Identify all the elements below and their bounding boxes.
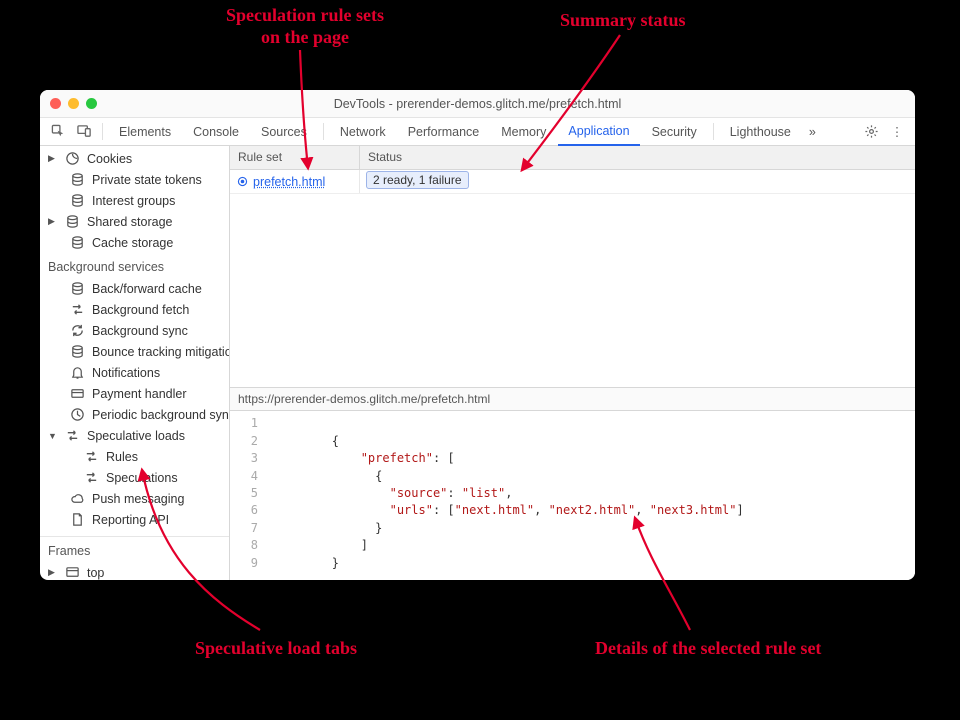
sidebar: Cookies Private state tokens Interest gr… xyxy=(40,146,230,580)
tab-application[interactable]: Application xyxy=(558,118,639,146)
sidebar-item-cache-storage[interactable]: Cache storage xyxy=(40,232,229,253)
sidebar-item-label: Private state tokens xyxy=(92,173,202,187)
line-gutter: 1 2 3 4 5 6 7 8 9 xyxy=(230,411,266,580)
annotation-load-tabs: Speculative load tabs xyxy=(195,638,357,660)
sidebar-item-label: Speculative loads xyxy=(87,429,185,443)
sidebar-section-bg-services: Background services xyxy=(40,253,229,278)
sidebar-item-label: Back/forward cache xyxy=(92,282,202,296)
sidebar-item-top-frame[interactable]: top xyxy=(40,562,229,580)
sidebar-item-push[interactable]: Push messaging xyxy=(40,488,229,509)
kebab-icon[interactable]: ⋮ xyxy=(885,118,909,145)
sidebar-item-speculative-loads[interactable]: Speculative loads xyxy=(40,425,229,446)
sidebar-item-label: Cache storage xyxy=(92,236,173,250)
code-view: 1 2 3 4 5 6 7 8 9 { "prefetch": [ { "sou… xyxy=(230,411,915,580)
sidebar-item-label: Reporting API xyxy=(92,513,169,527)
status-badge[interactable]: 2 ready, 1 failure xyxy=(366,171,469,189)
minimize-icon[interactable] xyxy=(68,98,79,109)
cell-status: 2 ready, 1 failure xyxy=(360,170,915,193)
cookies-icon xyxy=(65,151,80,166)
transfer-icon xyxy=(84,470,99,485)
code-body[interactable]: { "prefetch": [ { "source": "list", "url… xyxy=(266,411,752,580)
sidebar-item-label: Payment handler xyxy=(92,387,187,401)
titlebar: DevTools - prerender-demos.glitch.me/pre… xyxy=(40,90,915,118)
sidebar-item-label: Push messaging xyxy=(92,492,184,506)
tab-elements[interactable]: Elements xyxy=(109,118,181,145)
annotation-rule-sets: Speculation rule setson the page xyxy=(185,5,425,48)
sidebar-item-periodic-sync[interactable]: Periodic background sync xyxy=(40,404,229,425)
sidebar-item-label: Background fetch xyxy=(92,303,189,317)
devtools-window: DevTools - prerender-demos.glitch.me/pre… xyxy=(40,90,915,580)
grid-empty-area xyxy=(230,194,915,387)
col-header-rule[interactable]: Rule set xyxy=(230,146,360,169)
annotation-details: Details of the selected rule set xyxy=(595,638,821,660)
sidebar-item-label: Rules xyxy=(106,450,138,464)
sidebar-item-label: Bounce tracking mitigations xyxy=(92,345,230,359)
target-icon xyxy=(236,175,249,188)
sidebar-item-label: Interest groups xyxy=(92,194,175,208)
database-icon xyxy=(70,193,85,208)
main-panel: Rule set Status prefetch.html 2 ready, 1… xyxy=(230,146,915,580)
sidebar-item-bounce[interactable]: Bounce tracking mitigations xyxy=(40,341,229,362)
sidebar-item-bg-fetch[interactable]: Background fetch xyxy=(40,299,229,320)
sidebar-item-interest-groups[interactable]: Interest groups xyxy=(40,190,229,211)
device-icon[interactable] xyxy=(72,118,96,145)
settings-icon[interactable] xyxy=(859,118,883,145)
sidebar-item-reporting-api[interactable]: Reporting API xyxy=(40,509,229,530)
sidebar-item-speculations[interactable]: Speculations xyxy=(40,467,229,488)
sidebar-item-label: Background sync xyxy=(92,324,188,338)
cell-rule-link[interactable]: prefetch.html xyxy=(230,170,360,193)
page-title: DevTools - prerender-demos.glitch.me/pre… xyxy=(50,97,905,111)
tab-lighthouse[interactable]: Lighthouse xyxy=(720,118,801,145)
tab-memory[interactable]: Memory xyxy=(491,118,556,145)
sidebar-item-label: Periodic background sync xyxy=(92,408,230,422)
top-tabbar: Elements Console Sources Network Perform… xyxy=(40,118,915,146)
annotation-summary-status: Summary status xyxy=(560,10,686,32)
sidebar-item-payment[interactable]: Payment handler xyxy=(40,383,229,404)
tab-console[interactable]: Console xyxy=(183,118,249,145)
close-icon[interactable] xyxy=(50,98,61,109)
tab-performance[interactable]: Performance xyxy=(398,118,490,145)
cloud-icon xyxy=(70,491,85,506)
sidebar-item-pst[interactable]: Private state tokens xyxy=(40,169,229,190)
credit-card-icon xyxy=(70,386,85,401)
sidebar-item-label: Notifications xyxy=(92,366,160,380)
sidebar-item-label: Speculations xyxy=(106,471,178,485)
sidebar-item-shared-storage[interactable]: Shared storage xyxy=(40,211,229,232)
file-icon xyxy=(70,512,85,527)
inspect-icon[interactable] xyxy=(46,118,70,145)
sidebar-item-notifications[interactable]: Notifications xyxy=(40,362,229,383)
sidebar-item-bfcache[interactable]: Back/forward cache xyxy=(40,278,229,299)
grid-header: Rule set Status xyxy=(230,146,915,170)
sidebar-item-label: top xyxy=(87,566,104,580)
sidebar-item-bg-sync[interactable]: Background sync xyxy=(40,320,229,341)
sidebar-item-rules[interactable]: Rules xyxy=(40,446,229,467)
transfer-icon xyxy=(84,449,99,464)
zoom-icon[interactable] xyxy=(86,98,97,109)
tab-sources[interactable]: Sources xyxy=(251,118,317,145)
sync-icon xyxy=(70,323,85,338)
sidebar-item-cookies[interactable]: Cookies xyxy=(40,148,229,169)
database-icon xyxy=(65,214,80,229)
clock-icon xyxy=(70,407,85,422)
database-icon xyxy=(70,344,85,359)
sidebar-section-frames: Frames xyxy=(40,537,229,562)
sidebar-item-label: Shared storage xyxy=(87,215,172,229)
source-url: https://prerender-demos.glitch.me/prefet… xyxy=(230,387,915,411)
rule-link-text: prefetch.html xyxy=(253,175,325,189)
tab-security[interactable]: Security xyxy=(642,118,707,145)
database-icon xyxy=(70,172,85,187)
transfer-icon xyxy=(70,302,85,317)
bell-icon xyxy=(70,365,85,380)
sidebar-item-label: Cookies xyxy=(87,152,132,166)
col-header-status[interactable]: Status xyxy=(360,146,915,169)
tab-network[interactable]: Network xyxy=(330,118,396,145)
frame-icon xyxy=(65,565,80,580)
more-tabs-icon[interactable]: » xyxy=(803,118,822,145)
transfer-icon xyxy=(65,428,80,443)
database-icon xyxy=(70,235,85,250)
table-row[interactable]: prefetch.html 2 ready, 1 failure xyxy=(230,170,915,194)
database-icon xyxy=(70,281,85,296)
